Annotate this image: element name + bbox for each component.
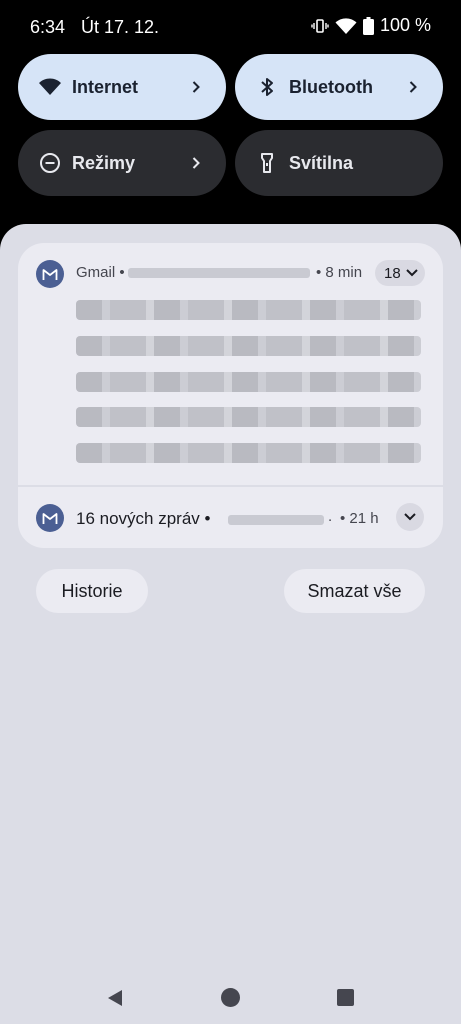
wifi-icon — [335, 17, 357, 35]
chevron-down-icon — [406, 269, 418, 277]
history-button[interactable]: Historie — [36, 569, 148, 613]
chevron-right-icon — [186, 77, 206, 97]
tile-modes[interactable]: Režimy — [18, 130, 226, 196]
navigation-bar — [0, 972, 461, 1022]
tile-flashlight[interactable]: Svítilna — [235, 130, 443, 196]
chevron-right-icon — [186, 153, 206, 173]
notification-count: 18 — [384, 264, 401, 282]
notification-time: • 21 h — [340, 510, 379, 527]
notification-summary-title: 16 nových zpráv • — [76, 509, 211, 528]
status-icons: 100 % — [311, 15, 431, 36]
vibrate-icon — [311, 17, 329, 35]
recent-apps-icon[interactable] — [337, 989, 354, 1006]
status-date: Út 17. 12. — [81, 17, 160, 37]
divider — [18, 485, 443, 487]
clear-all-button[interactable]: Smazat vše — [284, 569, 425, 613]
tile-label: Internet — [72, 76, 139, 97]
notification-app-name: Gmail • — [76, 264, 125, 281]
status-bar: 6:34 Út 17. 12. 100 % — [0, 0, 461, 54]
bluetooth-icon — [255, 75, 279, 99]
redacted-message-line — [76, 336, 421, 356]
tile-bluetooth[interactable]: Bluetooth — [235, 54, 443, 120]
chevron-down-icon — [404, 513, 416, 521]
gmail-icon — [36, 260, 64, 288]
battery-icon — [362, 16, 374, 35]
expand-button[interactable] — [396, 503, 424, 531]
redacted-message-line — [76, 443, 421, 463]
back-icon[interactable] — [105, 988, 125, 1013]
tile-internet[interactable]: Internet — [18, 54, 226, 120]
do-not-disturb-icon — [38, 151, 62, 175]
tile-label: Režimy — [72, 152, 136, 173]
wifi-icon — [38, 75, 62, 99]
redacted-message-line — [76, 300, 421, 320]
clear-all-button-label: Smazat vše — [307, 580, 402, 601]
chevron-right-icon — [403, 77, 423, 97]
tile-label: Svítilna — [289, 152, 354, 173]
tile-label: Bluetooth — [289, 76, 373, 97]
redacted-sender — [228, 515, 324, 525]
notification-count-button[interactable]: 18 — [375, 260, 425, 286]
flashlight-icon — [255, 151, 279, 175]
notification-time: • 8 min — [316, 264, 363, 281]
battery-percent: 100 % — [379, 15, 431, 35]
history-button-label: Historie — [61, 580, 123, 601]
redacted-message-line — [76, 407, 421, 427]
status-time: 6:34 — [30, 17, 66, 37]
separator-dot: . — [328, 508, 333, 525]
gmail-icon — [36, 504, 64, 532]
notification-group-gmail[interactable]: Gmail • • 8 min 18 16 nových zpráv • . •… — [18, 243, 443, 548]
redacted-sender — [128, 268, 310, 278]
redacted-message-line — [76, 372, 421, 392]
home-icon[interactable] — [221, 988, 240, 1007]
